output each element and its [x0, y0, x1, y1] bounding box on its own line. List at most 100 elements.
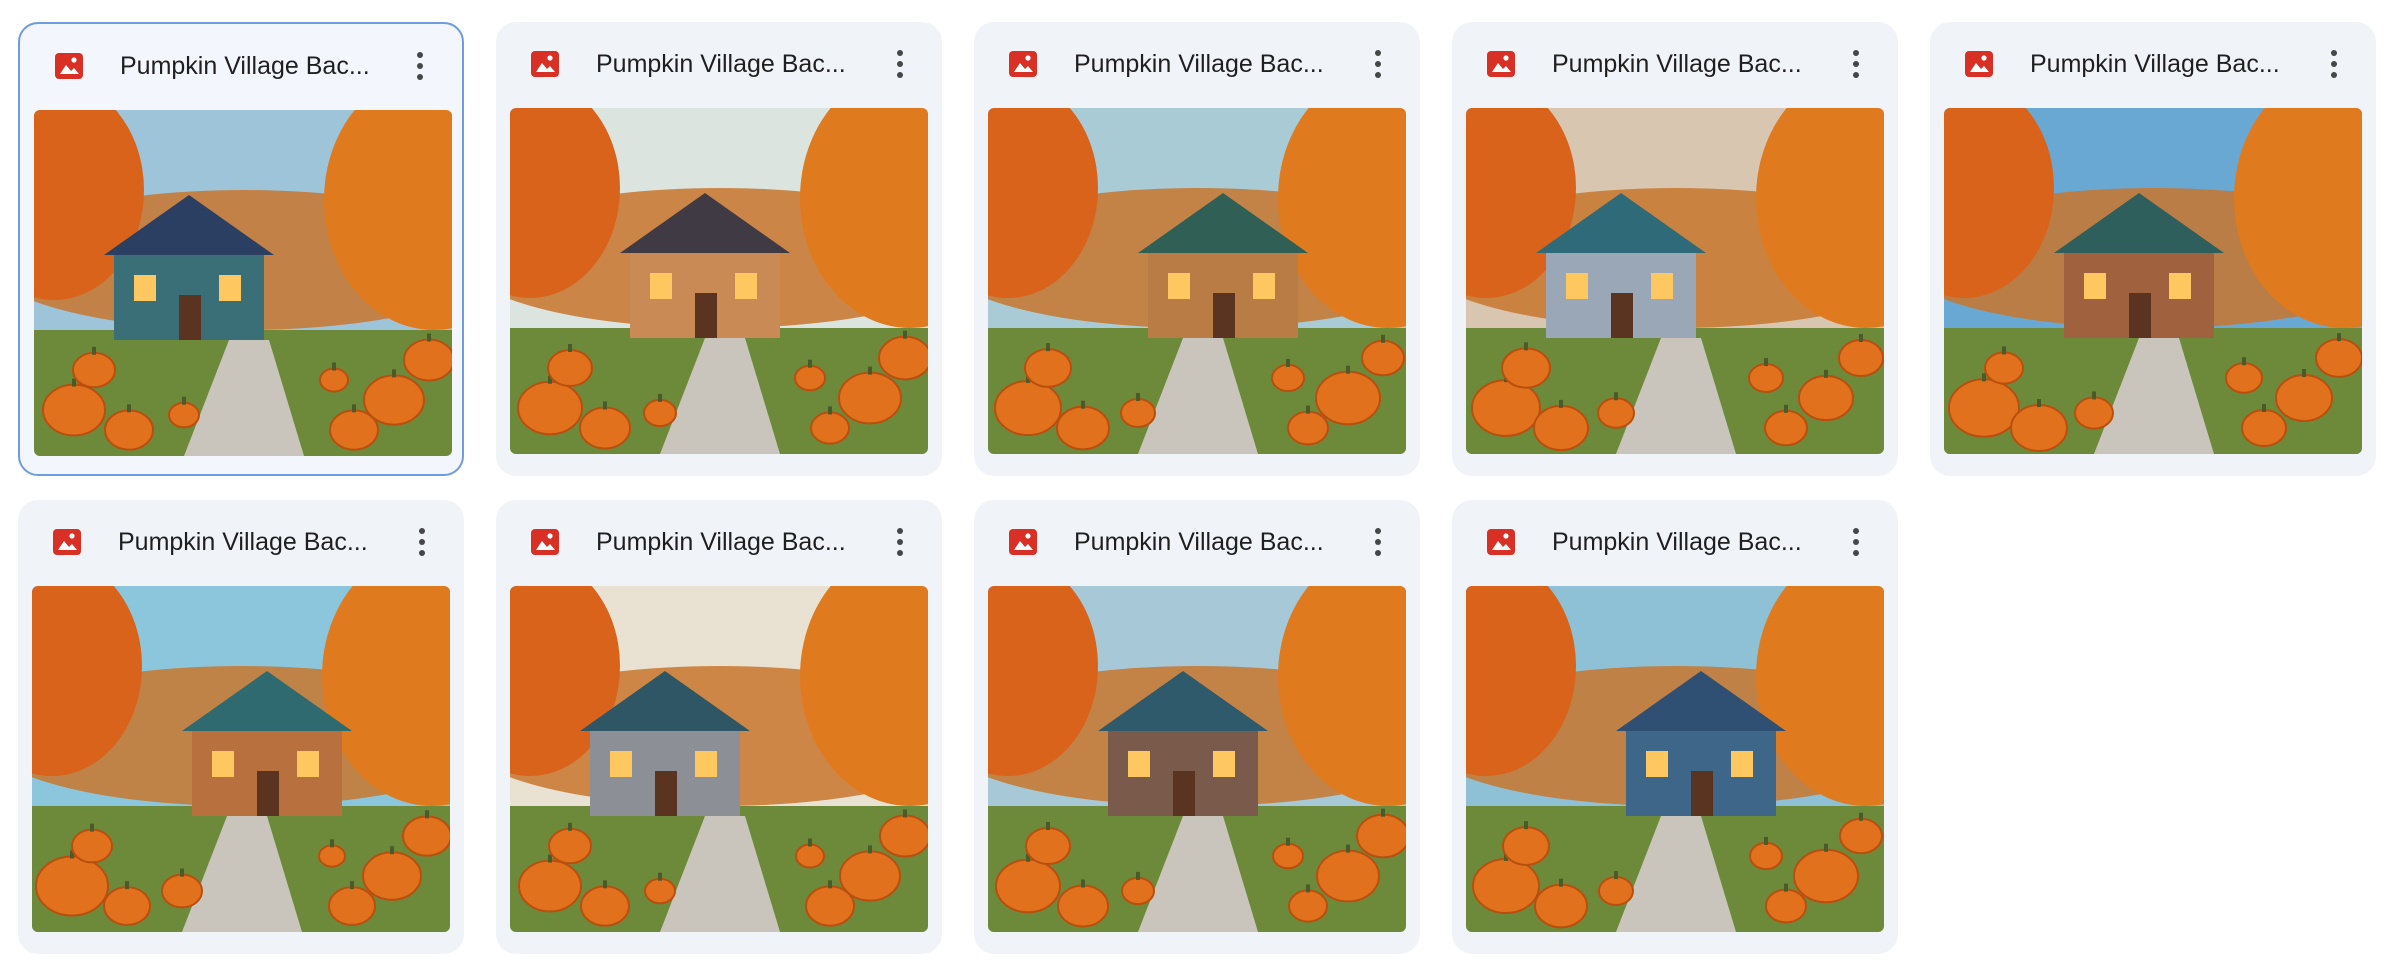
file-thumbnail[interactable]: [32, 586, 450, 932]
pumpkin-stem: [828, 880, 832, 889]
pumpkin: [1472, 857, 1540, 915]
pumpkin: [2275, 374, 2333, 422]
pumpkin-stem: [658, 872, 662, 881]
window: [695, 751, 717, 777]
file-card[interactable]: Pumpkin Village Bac...: [974, 500, 1420, 954]
pumpkin-stem: [2302, 369, 2306, 378]
pumpkin-stem: [808, 359, 812, 368]
pumpkin: [878, 335, 928, 381]
pumpkin: [1471, 379, 1541, 437]
pumpkin-stem: [1081, 879, 1085, 888]
pumpkin: [794, 364, 826, 392]
pumpkin: [161, 873, 203, 909]
more-options-icon[interactable]: [1356, 520, 1400, 564]
file-card[interactable]: Pumpkin Village Bac...: [1930, 22, 2376, 476]
file-thumbnail[interactable]: [34, 110, 452, 456]
file-card[interactable]: Pumpkin Village Bac...: [1452, 22, 1898, 476]
pumpkin: [35, 855, 109, 917]
pumpkin-stem: [1136, 871, 1140, 880]
pumpkin: [329, 409, 379, 451]
file-name: Pumpkin Village Bac...: [1552, 50, 1802, 78]
file-card[interactable]: Pumpkin Village Bac...: [18, 500, 464, 954]
pumpkin-stem: [2242, 357, 2246, 366]
pumpkin: [644, 877, 676, 905]
file-name: Pumpkin Village Bac...: [120, 52, 370, 80]
file-thumbnail[interactable]: [988, 108, 1406, 454]
image-file-icon: [531, 51, 559, 77]
door: [655, 771, 677, 816]
pumpkin: [2315, 338, 2362, 378]
window: [1213, 751, 1235, 777]
pumpkin: [1838, 338, 1884, 378]
pumpkin: [1598, 876, 1634, 906]
pumpkin-stem: [127, 404, 131, 413]
pumpkin: [643, 398, 677, 428]
pumpkin-stem: [1306, 884, 1310, 893]
pumpkin: [1984, 351, 2024, 385]
more-options-icon[interactable]: [2312, 42, 2356, 86]
file-card-header: Pumpkin Village Bac...: [1930, 22, 2376, 106]
file-card-header: Pumpkin Village Bac...: [1452, 500, 1898, 584]
pumpkin-stem: [1559, 399, 1563, 408]
file-thumbnail[interactable]: [510, 586, 928, 932]
pumpkin-stem: [1046, 821, 1050, 830]
file-card[interactable]: Pumpkin Village Bac...: [496, 22, 942, 476]
pumpkin-stem: [1982, 373, 1986, 382]
image-file-icon: [1009, 529, 1037, 555]
thumbnail-scene: [1944, 108, 2362, 454]
more-options-icon[interactable]: [1834, 520, 1878, 564]
pumpkin-stem: [1859, 333, 1863, 342]
pumpkin-stem: [2002, 346, 2006, 355]
pumpkin: [1948, 378, 2020, 438]
pumpkin: [168, 401, 200, 429]
pumpkin: [1316, 849, 1380, 903]
file-name: Pumpkin Village Bac...: [1552, 528, 1802, 556]
pumpkin-stem: [427, 333, 431, 342]
pumpkin: [995, 858, 1061, 914]
more-options-icon[interactable]: [878, 42, 922, 86]
more-options-icon[interactable]: [398, 44, 442, 88]
pumpkin-stem: [1046, 343, 1050, 352]
pumpkin: [2241, 408, 2287, 448]
file-thumbnail[interactable]: [1466, 108, 1884, 454]
window: [1566, 273, 1588, 299]
file-card[interactable]: Pumpkin Village Bac...: [496, 500, 942, 954]
thumbnail-scene: [510, 108, 928, 454]
window: [297, 751, 319, 777]
file-card-header: Pumpkin Village Bac...: [20, 24, 462, 108]
pumpkin-stem: [390, 846, 394, 855]
file-name: Pumpkin Village Bac...: [118, 528, 368, 556]
pumpkin: [1361, 339, 1405, 377]
more-options-icon[interactable]: [1356, 42, 1400, 86]
file-card[interactable]: Pumpkin Village Bac...: [974, 22, 1420, 476]
pumpkin: [362, 851, 422, 901]
pumpkin-stem: [658, 393, 662, 402]
file-card[interactable]: Pumpkin Village Bac...: [1452, 500, 1898, 954]
pumpkin-stem: [352, 404, 356, 413]
pumpkin-stem: [903, 809, 907, 818]
file-thumbnail[interactable]: [1466, 586, 1884, 932]
file-name: Pumpkin Village Bac...: [1074, 50, 1324, 78]
pumpkin: [318, 844, 346, 868]
file-card-header: Pumpkin Village Bac...: [18, 500, 464, 584]
file-card-header: Pumpkin Village Bac...: [496, 500, 942, 584]
pumpkin: [879, 814, 928, 858]
window: [1646, 751, 1668, 777]
more-options-icon[interactable]: [1834, 42, 1878, 86]
pumpkin-stem: [330, 839, 334, 848]
thumbnail-scene: [32, 586, 450, 932]
pumpkin-stem: [2337, 333, 2341, 342]
more-options-icon[interactable]: [878, 520, 922, 564]
pumpkin-stem: [1286, 837, 1290, 846]
file-thumbnail[interactable]: [1944, 108, 2362, 454]
file-name: Pumpkin Village Bac...: [1074, 528, 1324, 556]
pumpkin-stem: [2262, 403, 2266, 412]
file-thumbnail[interactable]: [510, 108, 928, 454]
pumpkin: [319, 367, 349, 393]
pumpkin-stem: [125, 881, 129, 890]
pumpkin: [547, 348, 593, 388]
pumpkin: [1272, 842, 1304, 870]
file-card[interactable]: Pumpkin Village Bac...: [18, 22, 464, 476]
more-options-icon[interactable]: [400, 520, 444, 564]
file-thumbnail[interactable]: [988, 586, 1406, 932]
